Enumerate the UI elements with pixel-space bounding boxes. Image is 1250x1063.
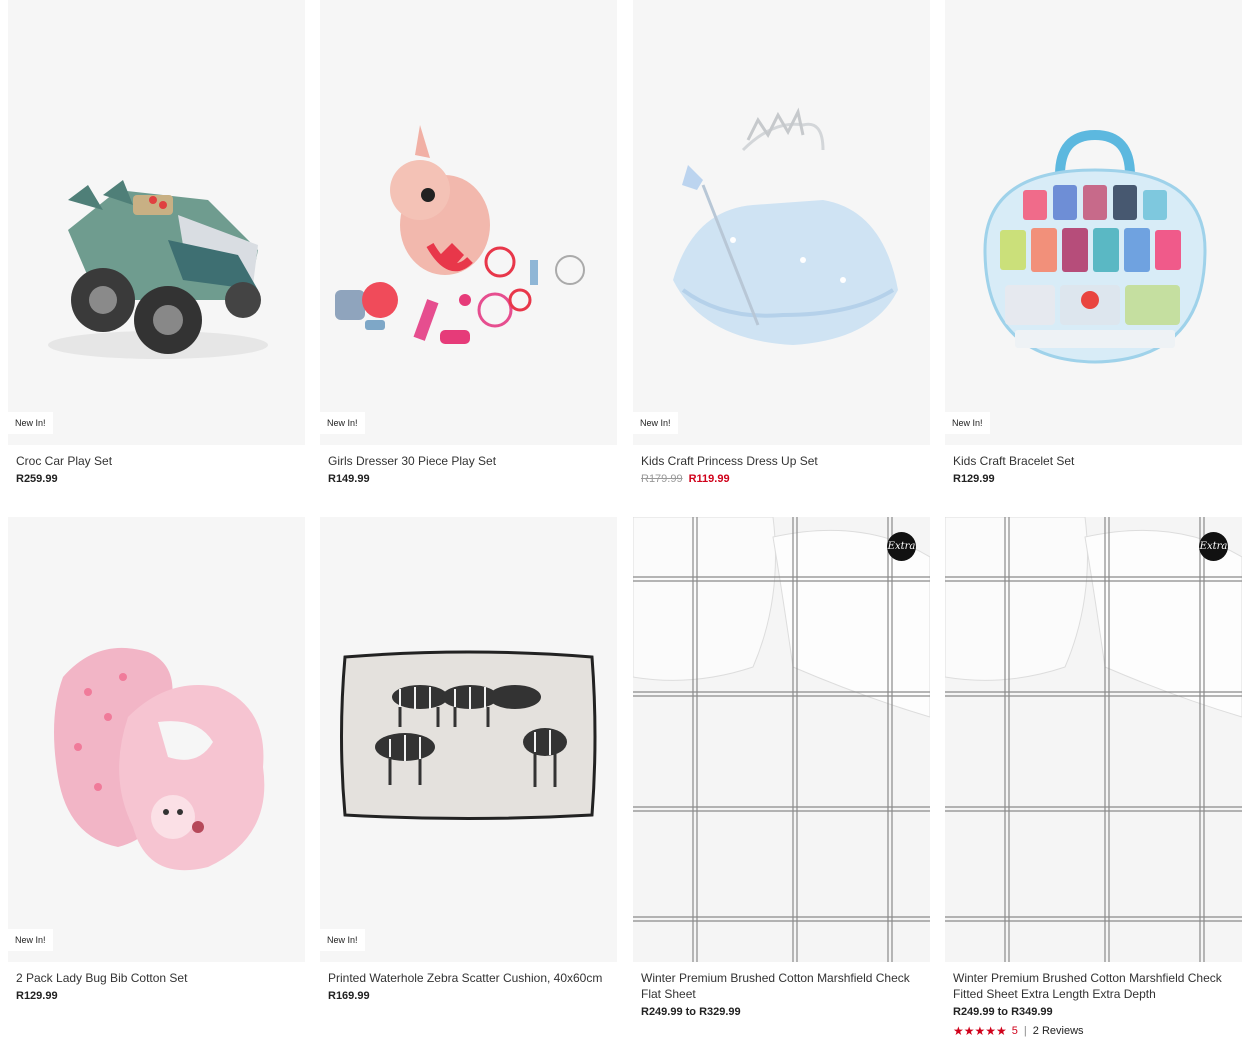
new-in-badge: New In! <box>8 929 53 951</box>
product-price: R129.99 <box>953 473 1234 485</box>
product-price: R149.99 <box>328 473 609 485</box>
price-value: R259.99 <box>16 473 58 485</box>
product-price: R169.99 <box>328 990 609 1002</box>
product-price: R249.99 to R349.99 <box>953 1006 1234 1018</box>
product-name[interactable]: Kids Craft Princess Dress Up Set <box>641 453 922 469</box>
product-card[interactable]: Extra Winter Premium Brushed Cotton Mars… <box>945 517 1242 1038</box>
new-in-badge: New In! <box>8 412 53 434</box>
product-price: R179.99 R119.99 <box>641 473 922 485</box>
product-card[interactable]: New In! Girls Dresser 30 Piece Play Set … <box>320 0 617 485</box>
princess-tutu-wand-tiara-image <box>673 107 898 345</box>
product-price: R259.99 <box>16 473 297 485</box>
reviews-link[interactable]: 2 Reviews <box>1033 1025 1084 1037</box>
product-image[interactable]: New In! <box>945 0 1242 445</box>
product-image[interactable]: Extra <box>633 517 930 962</box>
product-card[interactable]: New In! Croc Car Play Set R259.99 <box>8 0 305 485</box>
product-name[interactable]: Winter Premium Brushed Cotton Marshfield… <box>641 970 922 1002</box>
product-grid: New In! Croc Car Play Set R259.99 New In… <box>0 0 1250 1063</box>
bead-case-image <box>983 129 1207 364</box>
product-price: R249.99 to R329.99 <box>641 1006 922 1018</box>
product-name[interactable]: Winter Premium Brushed Cotton Marshfield… <box>953 970 1234 1002</box>
new-in-badge: New In! <box>320 412 365 434</box>
price-value: R169.99 <box>328 990 370 1002</box>
rating-score: 5 <box>1011 1025 1018 1037</box>
product-image[interactable]: New In! <box>8 517 305 962</box>
product-card[interactable]: New In! Kids Craft Princess Dress Up Set… <box>633 0 930 485</box>
price-value: R249.99 to R329.99 <box>641 1006 741 1018</box>
product-card[interactable]: New In! Printed Waterhole Zebra Scatter … <box>320 517 617 1002</box>
product-image[interactable]: New In! <box>320 0 617 445</box>
was-price: R179.99 <box>641 473 683 485</box>
extra-badge-icon: Extra <box>887 532 916 561</box>
product-name[interactable]: Printed Waterhole Zebra Scatter Cushion,… <box>328 970 609 986</box>
rating-separator: | <box>1023 1025 1027 1037</box>
extra-badge-icon: Extra <box>1199 532 1228 561</box>
product-name[interactable]: Girls Dresser 30 Piece Play Set <box>328 453 609 469</box>
unicorn-dresser-toy-image <box>335 125 585 344</box>
product-card[interactable]: Extra Winter Premium Brushed Cotton Mars… <box>633 517 930 1018</box>
check-bedding-image <box>945 517 1242 962</box>
new-in-badge: New In! <box>633 412 678 434</box>
pink-bibs-image <box>54 647 265 871</box>
zebra-cushion-image <box>340 650 597 820</box>
price-value: R129.99 <box>16 990 58 1002</box>
sale-price: R119.99 <box>688 473 730 485</box>
product-rating[interactable]: ★★★★★ 5 | 2 Reviews <box>953 1024 1234 1038</box>
product-image[interactable]: New In! <box>8 0 305 445</box>
croc-car-toy-image <box>48 180 268 359</box>
price-value: R249.99 to R349.99 <box>953 1006 1053 1018</box>
product-price: R129.99 <box>16 990 297 1002</box>
product-name[interactable]: 2 Pack Lady Bug Bib Cotton Set <box>16 970 297 986</box>
price-value: R149.99 <box>328 473 370 485</box>
new-in-badge: New In! <box>945 412 990 434</box>
product-card[interactable]: New In! Kids Craft Bracelet Set R129.99 <box>945 0 1242 485</box>
check-bedding-image <box>633 517 930 962</box>
star-rating-icon: ★★★★★ <box>953 1024 1007 1038</box>
product-image[interactable]: New In! <box>320 517 617 962</box>
product-name[interactable]: Kids Craft Bracelet Set <box>953 453 1234 469</box>
product-image[interactable]: New In! <box>633 0 930 445</box>
product-image[interactable]: Extra <box>945 517 1242 962</box>
product-name[interactable]: Croc Car Play Set <box>16 453 297 469</box>
new-in-badge: New In! <box>320 929 365 951</box>
price-value: R129.99 <box>953 473 995 485</box>
product-card[interactable]: New In! 2 Pack Lady Bug Bib Cotton Set R… <box>8 517 305 1002</box>
